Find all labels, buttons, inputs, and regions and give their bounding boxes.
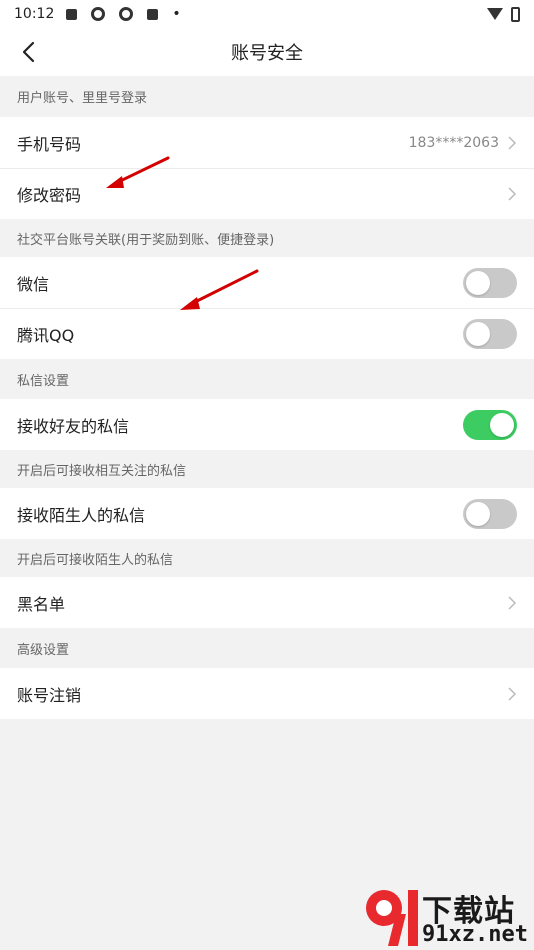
nav-bar: 账号安全	[0, 28, 534, 76]
friend-message-label: 接收好友的私信	[17, 416, 130, 436]
stranger-message-row: 接收陌生人的私信	[0, 488, 534, 539]
section-header-message: 私信设置	[0, 359, 534, 399]
battery-icon	[511, 6, 520, 22]
blacklist-row[interactable]: 黑名单	[0, 577, 534, 628]
wechat-label: 微信	[17, 274, 50, 294]
chevron-right-icon	[508, 135, 517, 150]
notification-icon-2	[147, 8, 159, 20]
notification-icon	[66, 8, 78, 20]
status-bar: 10:12 •	[0, 0, 534, 28]
app-notification-icon	[91, 7, 106, 21]
friend-message-toggle[interactable]	[463, 409, 517, 440]
section-header-social: 社交平台账号关联(用于奖励到账、便捷登录)	[0, 219, 534, 257]
back-arrow-icon[interactable]	[18, 40, 42, 64]
change-password-row[interactable]: 修改密码	[0, 168, 534, 219]
qq-row: 腾讯QQ	[0, 308, 534, 359]
blacklist-label: 黑名单	[17, 594, 66, 614]
stranger-message-toggle[interactable]	[463, 498, 517, 529]
watermark-logo-icon	[366, 890, 418, 946]
more-notifications-dot: •	[172, 6, 181, 22]
status-time: 10:12	[14, 6, 55, 22]
change-password-label: 修改密码	[17, 185, 82, 205]
qq-toggle[interactable]	[463, 318, 517, 349]
qq-label: 腾讯QQ	[17, 325, 75, 345]
chevron-right-icon	[508, 186, 517, 201]
phone-number-label: 手机号码	[17, 134, 82, 154]
stranger-message-label: 接收陌生人的私信	[17, 505, 146, 525]
phone-number-value: 183****2063	[408, 134, 499, 151]
section-header-advanced: 高级设置	[0, 628, 534, 668]
watermark-text-url: 91xz.net	[422, 922, 528, 947]
page-title: 账号安全	[231, 43, 303, 64]
chevron-right-icon	[508, 686, 517, 701]
friend-message-row: 接收好友的私信	[0, 399, 534, 450]
section-header-login: 用户账号、里里号登录	[0, 76, 534, 117]
app-notification-icon-2	[119, 7, 134, 21]
account-cancel-label: 账号注销	[17, 685, 82, 705]
chevron-right-icon	[508, 595, 517, 610]
phone-number-row[interactable]: 手机号码 183****2063	[0, 117, 534, 168]
wechat-toggle[interactable]	[463, 267, 517, 298]
account-cancel-row[interactable]: 账号注销	[0, 668, 534, 719]
stranger-message-note: 开启后可接收陌生人的私信	[0, 539, 534, 577]
site-watermark: 下载站 91xz.net	[360, 884, 530, 950]
wifi-icon	[487, 8, 503, 20]
friend-message-note: 开启后可接收相互关注的私信	[0, 450, 534, 488]
wechat-row: 微信	[0, 257, 534, 308]
